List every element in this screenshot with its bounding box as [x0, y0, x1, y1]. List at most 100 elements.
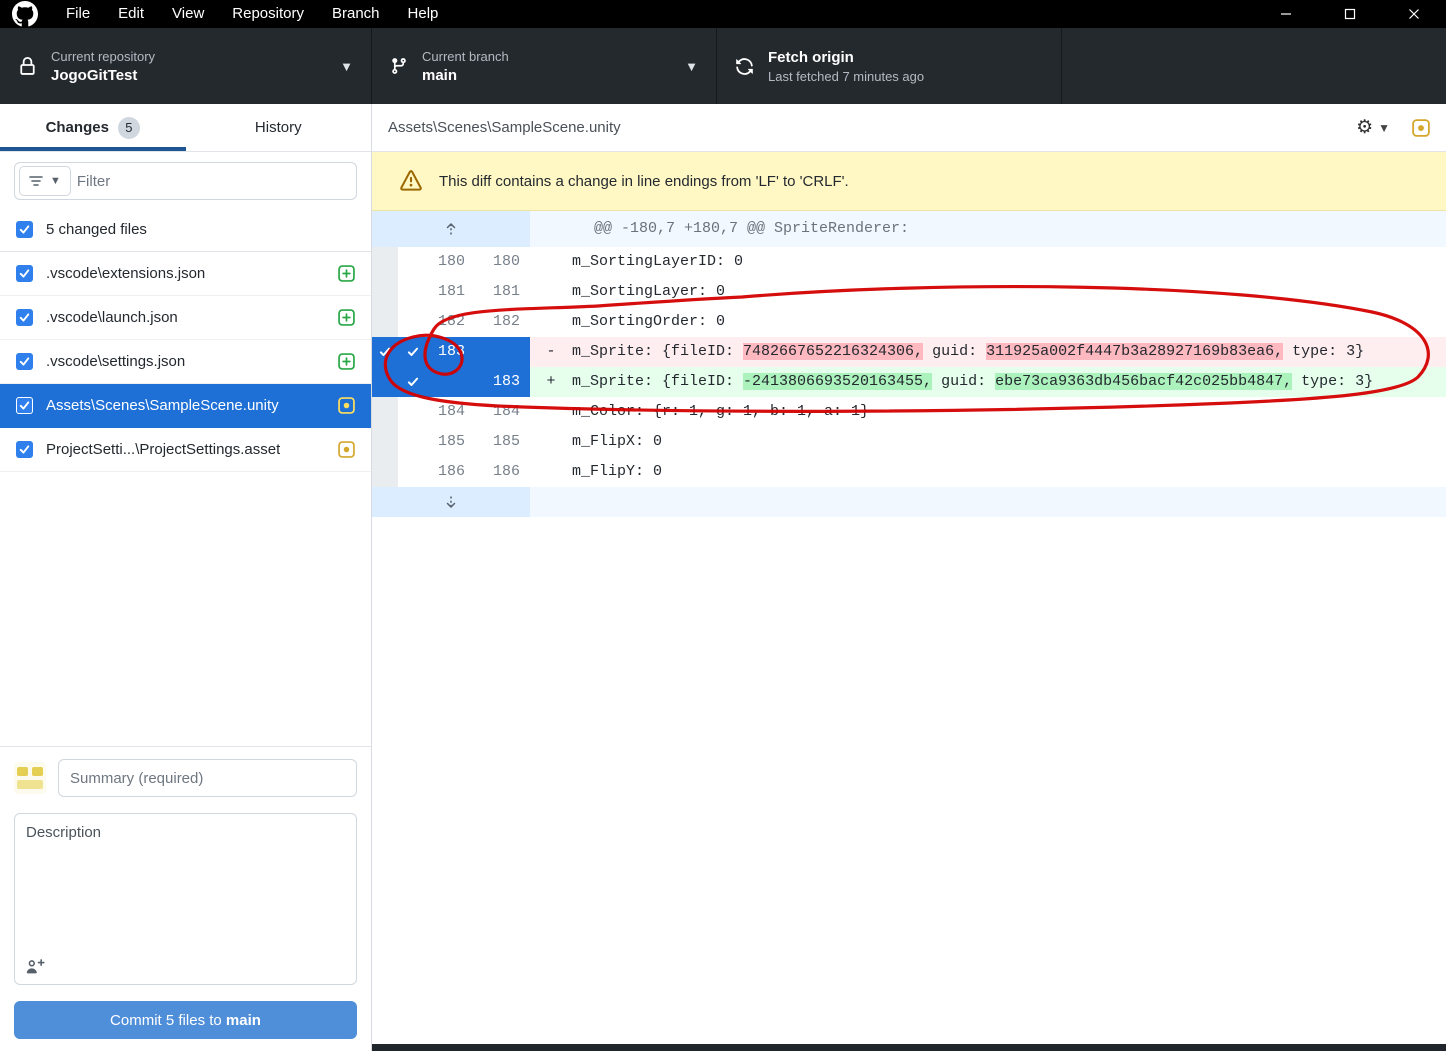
diff-line-select-strip[interactable]	[372, 427, 398, 457]
current-repository-value: JogoGitTest	[51, 67, 155, 84]
file-row[interactable]: .vscode\launch.json	[0, 296, 371, 340]
menu-edit[interactable]: Edit	[104, 0, 158, 28]
file-name: ProjectSetti...\ProjectSettings.asset	[46, 441, 280, 458]
diff-file-path: Assets\Scenes\SampleScene.unity	[388, 119, 621, 136]
old-line-number[interactable]: 186	[398, 457, 475, 487]
avatar	[14, 762, 46, 794]
added-status-icon	[338, 353, 355, 370]
old-line-number[interactable]: 183	[398, 337, 475, 367]
tab-changes-label: Changes	[46, 119, 109, 136]
tab-changes[interactable]: Changes 5	[0, 104, 186, 151]
hunk-header: @@ -180,7 +180,7 @@ SpriteRenderer:	[530, 211, 909, 247]
diff-line-select-strip[interactable]	[372, 367, 398, 397]
add-coauthor-icon[interactable]	[26, 958, 45, 975]
commit-summary-input[interactable]	[58, 759, 357, 797]
new-line-number[interactable]	[475, 337, 530, 367]
changes-count-badge: 5	[118, 117, 140, 139]
diff-panel: Assets\Scenes\SampleScene.unity ⚙ ▼ This…	[372, 104, 1446, 1051]
sync-icon	[735, 57, 754, 76]
staged-check-icon	[407, 376, 419, 388]
warning-text: This diff contains a change in line endi…	[439, 173, 849, 190]
filter-options-button[interactable]: ▼	[19, 166, 71, 196]
file-row-selected[interactable]: Assets\Scenes\SampleScene.unity	[0, 384, 371, 428]
expand-down-button[interactable]	[372, 487, 530, 517]
commit-button[interactable]: Commit 5 files to main	[14, 1001, 357, 1039]
file-row[interactable]: ProjectSetti...\ProjectSettings.asset	[0, 428, 371, 472]
expand-bottom-row	[372, 487, 1446, 517]
git-branch-icon	[390, 57, 408, 75]
diff-line: 183+m_Sprite: {fileID: -2413806693520163…	[372, 367, 1446, 397]
new-line-number[interactable]: 183	[475, 367, 530, 397]
window-controls	[1254, 0, 1446, 28]
menu-repository[interactable]: Repository	[218, 0, 318, 28]
diff-line-content: m_FlipY: 0	[530, 457, 1446, 487]
new-line-number[interactable]: 185	[475, 427, 530, 457]
current-repository-label: Current repository	[51, 49, 155, 64]
new-line-number[interactable]: 181	[475, 277, 530, 307]
diff-line-select-strip[interactable]	[372, 307, 398, 337]
commit-description-box	[14, 813, 357, 985]
fetch-origin-button[interactable]: Fetch origin Last fetched 7 minutes ago	[717, 28, 1062, 104]
menu-view[interactable]: View	[158, 0, 218, 28]
close-button[interactable]	[1382, 0, 1446, 28]
maximize-button[interactable]	[1318, 0, 1382, 28]
expand-up-button[interactable]	[372, 211, 530, 247]
file-name: Assets\Scenes\SampleScene.unity	[46, 397, 279, 414]
file-row[interactable]: .vscode\extensions.json	[0, 252, 371, 296]
old-line-number[interactable]: 184	[398, 397, 475, 427]
modified-status-icon	[338, 397, 355, 414]
diff-options-button[interactable]: ⚙ ▼	[1356, 116, 1390, 139]
added-status-icon	[338, 309, 355, 326]
warning-icon	[400, 170, 422, 192]
filter-input[interactable]	[77, 173, 356, 190]
filter-icon	[29, 175, 43, 187]
minimize-button[interactable]	[1254, 0, 1318, 28]
chevron-down-icon: ▼	[340, 59, 353, 74]
old-line-number[interactable]	[398, 367, 475, 397]
file-checkbox[interactable]	[16, 397, 33, 414]
menu-branch[interactable]: Branch	[318, 0, 394, 28]
new-line-number[interactable]: 182	[475, 307, 530, 337]
diff-view: @@ -180,7 +180,7 @@ SpriteRenderer: 1801…	[372, 211, 1446, 517]
file-checkbox[interactable]	[16, 441, 33, 458]
file-row[interactable]: .vscode\settings.json	[0, 340, 371, 384]
file-checkbox[interactable]	[16, 309, 33, 326]
diff-line-select-strip[interactable]	[372, 277, 398, 307]
diff-line-content: m_SortingLayer: 0	[530, 277, 1446, 307]
diff-line-select-strip[interactable]	[372, 337, 398, 367]
commit-description-input[interactable]	[26, 824, 345, 942]
new-line-number[interactable]: 186	[475, 457, 530, 487]
file-checkbox[interactable]	[16, 353, 33, 370]
old-line-number[interactable]: 185	[398, 427, 475, 457]
commit-panel: Commit 5 files to main	[0, 746, 371, 1051]
gear-icon: ⚙	[1356, 116, 1373, 139]
titlebar: File Edit View Repository Branch Help	[0, 0, 1446, 28]
select-all-checkbox[interactable]	[16, 221, 33, 238]
diff-line-content: -m_Sprite: {fileID: 7482667652216324306,…	[530, 337, 1446, 367]
menu-file[interactable]: File	[52, 0, 104, 28]
current-branch-button[interactable]: Current branch main ▼	[372, 28, 717, 104]
diff-line-select-strip[interactable]	[372, 247, 398, 277]
new-line-number[interactable]: 180	[475, 247, 530, 277]
window-edge	[372, 1044, 1446, 1051]
file-checkbox[interactable]	[16, 265, 33, 282]
chevron-down-icon: ▼	[685, 59, 698, 74]
diff-line-content: m_FlipX: 0	[530, 427, 1446, 457]
file-name: .vscode\launch.json	[46, 309, 178, 326]
old-line-number[interactable]: 180	[398, 247, 475, 277]
filter-row: ▼	[0, 152, 371, 208]
diff-line: 180180m_SortingLayerID: 0	[372, 247, 1446, 277]
old-line-number[interactable]: 181	[398, 277, 475, 307]
expand-down-icon	[443, 494, 459, 510]
old-line-number[interactable]: 182	[398, 307, 475, 337]
diff-line-select-strip[interactable]	[372, 457, 398, 487]
diff-line-content: +m_Sprite: {fileID: -2413806693520163455…	[530, 367, 1446, 397]
menu-help[interactable]: Help	[394, 0, 453, 28]
tab-history[interactable]: History	[186, 104, 372, 151]
toolbar: Current repository JogoGitTest ▼ Current…	[0, 28, 1446, 104]
diff-line-select-strip[interactable]	[372, 397, 398, 427]
new-line-number[interactable]: 184	[475, 397, 530, 427]
current-repository-button[interactable]: Current repository JogoGitTest ▼	[0, 28, 372, 104]
line-endings-warning-banner: This diff contains a change in line endi…	[372, 152, 1446, 211]
fetch-origin-status: Last fetched 7 minutes ago	[768, 69, 924, 84]
